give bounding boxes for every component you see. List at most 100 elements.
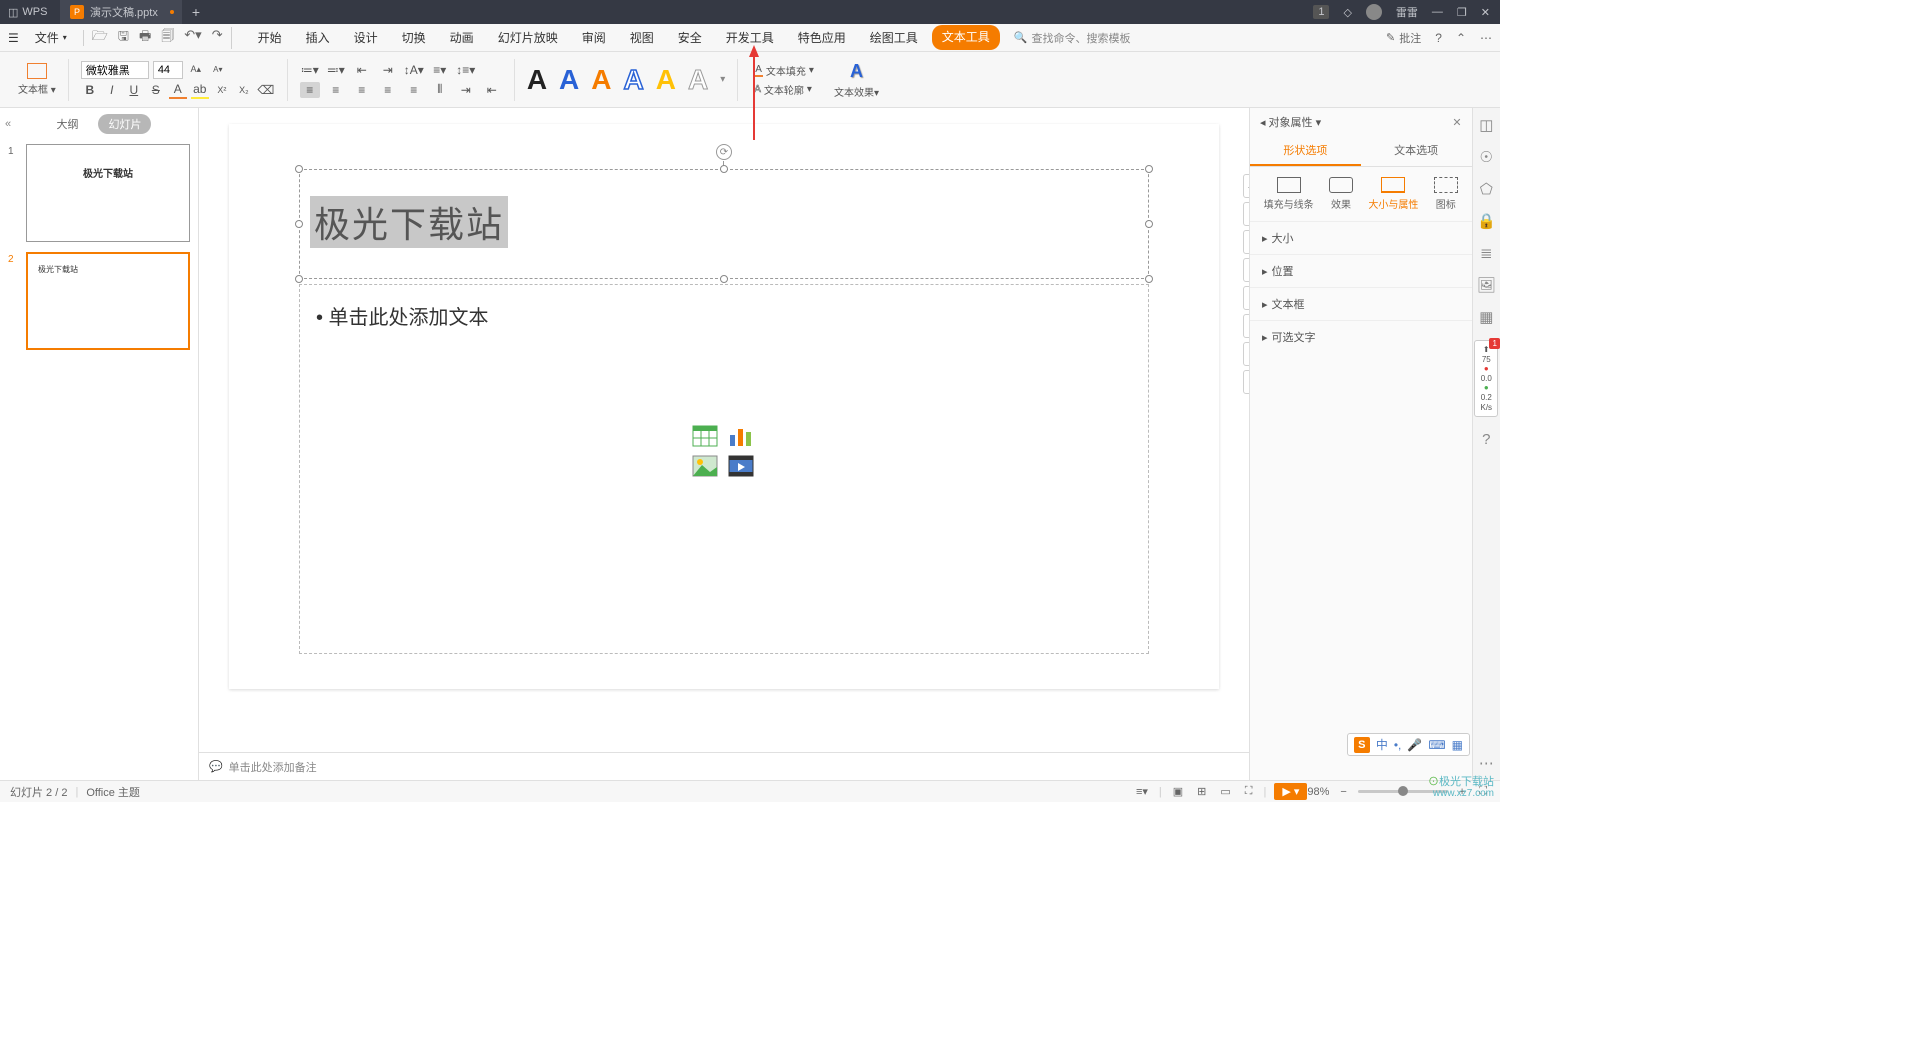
number-list-button[interactable]: ≕▾ — [326, 62, 346, 78]
skin-icon[interactable]: ◇ — [1343, 6, 1351, 19]
superscript-button[interactable]: X² — [213, 81, 231, 99]
sidebar-help-icon[interactable]: ? — [1482, 431, 1490, 448]
section-size[interactable]: ▸ 大小 — [1250, 221, 1472, 254]
floattool-font-icon[interactable]: 字 — [1243, 314, 1249, 338]
resize-handle[interactable] — [720, 165, 728, 173]
slide-thumb-2[interactable]: 2 极光下载站 — [8, 252, 190, 350]
restore-button[interactable]: ❐ — [1457, 6, 1467, 19]
sidebar-select-icon[interactable]: ☉ — [1480, 148, 1493, 166]
content-placeholder[interactable]: • 单击此处添加文本 — [299, 284, 1149, 654]
resize-handle[interactable] — [295, 220, 303, 228]
ime-menu-icon[interactable]: ▦ — [1452, 738, 1463, 752]
resize-handle[interactable] — [1145, 220, 1153, 228]
text-effect-button[interactable]: A 文本效果▾ — [834, 61, 879, 99]
sidebar-resource-icon[interactable]: ▦ — [1479, 308, 1493, 326]
ime-toolbar[interactable]: S 中 •, 🎤 ⌨ ▦ — [1347, 733, 1470, 756]
font-name-select[interactable] — [81, 61, 149, 79]
floattool-frame-icon[interactable]: ▢ — [1243, 286, 1249, 310]
play-button[interactable]: ▶ ▾ — [1274, 783, 1307, 800]
zoom-out-button[interactable]: − — [1337, 784, 1349, 800]
tab-drawing-tools[interactable]: 绘图工具 — [860, 25, 928, 50]
highlight-button[interactable]: ab — [191, 81, 209, 99]
wordart-style-2[interactable]: A — [559, 64, 579, 96]
tab-slideshow[interactable]: 幻灯片放映 — [488, 25, 568, 50]
menu-icon[interactable]: ☰ — [8, 31, 19, 45]
tab-insert[interactable]: 插入 — [296, 25, 340, 50]
sidebar-lock-icon[interactable]: 🔒 — [1477, 212, 1496, 230]
subscript-button[interactable]: X₂ — [235, 81, 253, 99]
title-placeholder[interactable]: ⟳ 极光下载站 — [299, 169, 1149, 279]
tab-animations[interactable]: 动画 — [440, 25, 484, 50]
clear-format-button[interactable]: ⌫ — [257, 81, 275, 99]
resize-handle[interactable] — [295, 275, 303, 283]
section-textbox[interactable]: ▸ 文本框 — [1250, 287, 1472, 320]
sidebar-object-icon[interactable]: ⬠ — [1480, 180, 1493, 198]
align-center-button[interactable]: ≡ — [326, 82, 346, 98]
tab-special[interactable]: 特色应用 — [788, 25, 856, 50]
close-panel-icon[interactable]: ✕ — [1452, 116, 1461, 129]
slideshow-view-icon[interactable]: ⛶ — [1242, 783, 1256, 800]
bullet-list-button[interactable]: ≔▾ — [300, 62, 320, 78]
tab-design[interactable]: 设计 — [344, 25, 388, 50]
shape-options-tab[interactable]: 形状选项 — [1250, 136, 1361, 166]
floattool-text-icon[interactable]: T — [1243, 342, 1249, 366]
ime-voice-icon[interactable]: 🎤 — [1407, 738, 1422, 752]
sidebar-more-icon[interactable]: ⋯ — [1479, 754, 1494, 772]
tab-security[interactable]: 安全 — [668, 25, 712, 50]
resize-handle[interactable] — [1145, 275, 1153, 283]
para-indent-inc-button[interactable]: ⇥ — [456, 82, 476, 98]
underline-button[interactable]: U — [125, 81, 143, 99]
notes-pane[interactable]: 💬 单击此处添加备注 — [199, 752, 1249, 780]
user-avatar[interactable] — [1366, 4, 1382, 20]
columns-button[interactable]: ⫴ — [430, 82, 450, 98]
wordart-style-1[interactable]: A — [527, 64, 547, 96]
print-icon[interactable]: 🖶 — [139, 27, 151, 49]
tab-text-tools[interactable]: 文本工具 — [932, 25, 1000, 50]
sidebar-layers-icon[interactable]: ≣ — [1480, 244, 1493, 262]
collapse-panel-icon[interactable]: « — [5, 118, 11, 130]
align-left-button[interactable]: ≡ — [300, 82, 320, 98]
command-search[interactable]: 🔍 查找命令、搜索模板 — [1014, 30, 1131, 46]
decrease-font-icon[interactable]: A▾ — [209, 61, 227, 79]
line-spacing-button[interactable]: ↕≡▾ — [456, 62, 476, 78]
ime-lang[interactable]: 中 — [1376, 736, 1388, 753]
undo-icon[interactable]: ↶▾ — [184, 27, 201, 49]
collapse-ribbon-icon[interactable]: ⌃ — [1456, 31, 1466, 45]
title-text[interactable]: 极光下载站 — [310, 196, 508, 248]
distributed-align-button[interactable]: ≡ — [404, 82, 424, 98]
wps-logo[interactable]: ◫ WPS — [0, 6, 60, 19]
redo-icon[interactable]: ↷ — [212, 27, 223, 49]
wordart-style-6[interactable]: A — [688, 64, 708, 96]
para-indent-dec-button[interactable]: ⇤ — [482, 82, 502, 98]
minimize-button[interactable]: ― — [1432, 6, 1443, 18]
sorter-view-icon[interactable]: ⊞ — [1194, 783, 1209, 800]
insert-chart-icon[interactable] — [728, 425, 754, 447]
floattool-collapse-icon[interactable]: ― — [1243, 174, 1249, 198]
font-color-button[interactable]: A — [169, 81, 187, 99]
decrease-indent-button[interactable]: ⇤ — [352, 62, 372, 78]
wordart-style-5[interactable]: A — [656, 64, 676, 96]
slides-tab[interactable]: 幻灯片 — [98, 114, 151, 134]
document-tab[interactable]: P 演示文稿.pptx — [60, 0, 182, 24]
section-position[interactable]: ▸ 位置 — [1250, 254, 1472, 287]
textbox-button[interactable]: 文本框 ▾ — [18, 63, 56, 96]
wordart-style-3[interactable]: A — [591, 64, 611, 96]
floattool-outline-icon[interactable]: ✎ — [1243, 230, 1249, 254]
comments-button[interactable]: ✎ 批注 — [1386, 30, 1421, 46]
close-button[interactable]: ✕ — [1481, 6, 1490, 19]
align-justify-button[interactable]: ≡ — [378, 82, 398, 98]
resize-handle[interactable] — [1145, 165, 1153, 173]
sidebar-image-icon[interactable]: 🖼 — [1477, 276, 1496, 294]
new-tab-button[interactable]: + — [182, 4, 210, 20]
slide-canvas[interactable]: ⟳ 极光下载站 • 单击此处添加文本 — [229, 124, 1219, 689]
increase-indent-button[interactable]: ⇥ — [378, 62, 398, 78]
print-preview-icon[interactable]: 🗐 — [161, 27, 174, 49]
wordart-style-4[interactable]: A — [624, 64, 644, 96]
ime-punct-icon[interactable]: •, — [1394, 738, 1402, 752]
resize-handle[interactable] — [720, 275, 728, 283]
floattool-fill-icon[interactable]: ◧ — [1243, 202, 1249, 226]
italic-button[interactable]: I — [103, 81, 121, 99]
text-fill-button[interactable]: A文本填充▾ — [750, 62, 818, 79]
resize-handle[interactable] — [295, 165, 303, 173]
tab-view[interactable]: 视图 — [620, 25, 664, 50]
